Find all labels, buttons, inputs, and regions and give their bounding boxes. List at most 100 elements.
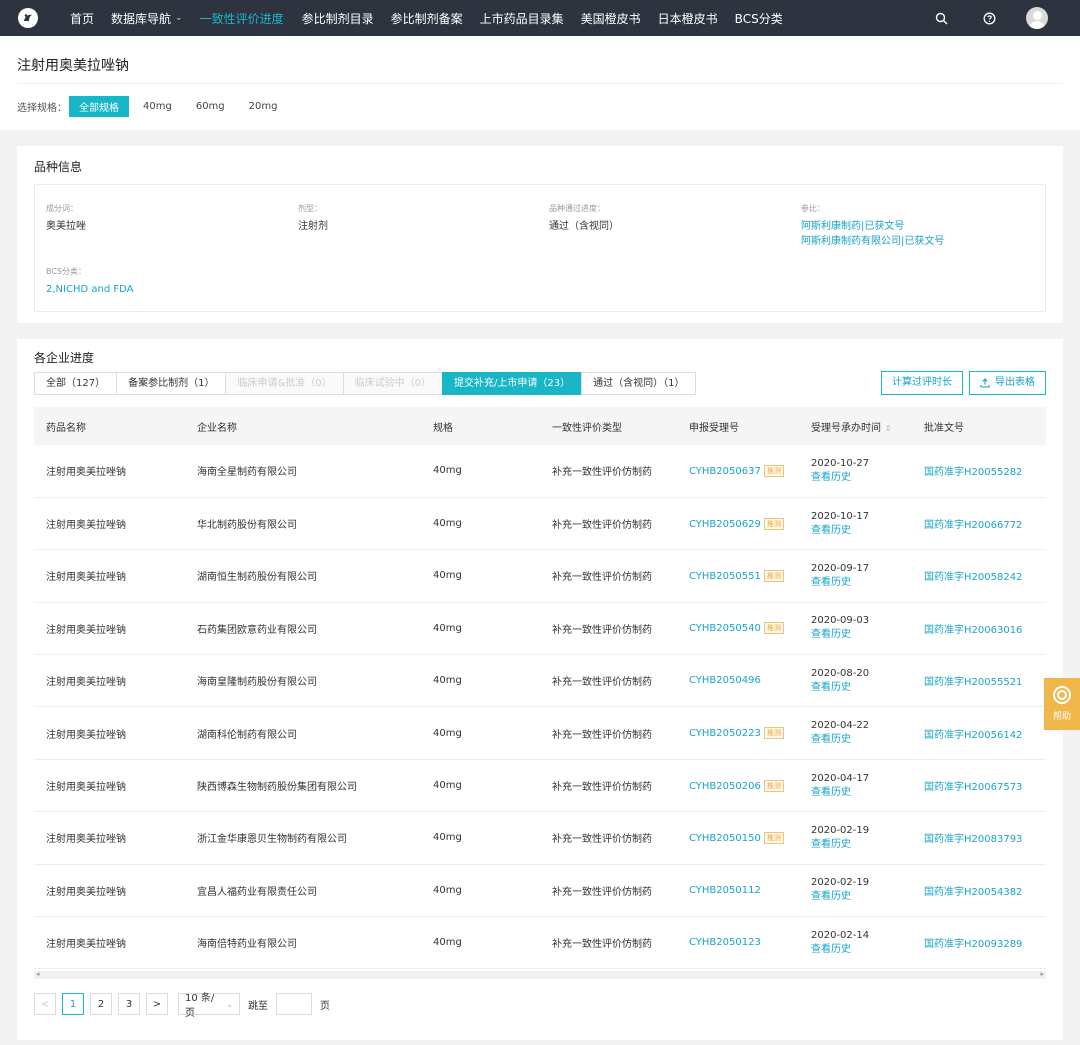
next-page-button[interactable]: > — [146, 993, 168, 1016]
accept-date: 2020-04-17 — [811, 772, 870, 784]
acceptance-no-link[interactable]: CYHB2050223 — [689, 728, 761, 739]
spec-option-40mg[interactable]: 40mg — [133, 98, 182, 115]
approval-no-link[interactable]: 国药准字H20054382 — [924, 887, 1022, 898]
status-tab-5[interactable]: 通过（含视同）（1） — [581, 371, 697, 395]
ingredient-field: 成分词： 奥美拉唑 — [46, 203, 86, 234]
spec-cell: 40mg — [433, 570, 462, 582]
eval-type-cell: 补充一致性评价仿制药 — [552, 886, 652, 898]
nav-item-5[interactable]: 上市药品目录集 — [480, 10, 564, 27]
spec-selector: 选择规格： 全部规格 40mg 60mg 20mg — [17, 96, 1063, 117]
form-label: 剂型： — [298, 204, 322, 213]
status-tab-4[interactable]: 提交补充/上市申请（23） — [442, 371, 583, 395]
goto-page-input[interactable] — [276, 993, 312, 1016]
acceptance-no-link[interactable]: CYHB2050637 — [689, 466, 761, 477]
export-table-label: 导出表格 — [995, 377, 1035, 388]
col-accept-date[interactable]: 受理号承办时间 ⇕ — [799, 407, 912, 445]
help-circle-icon[interactable] — [982, 11, 996, 25]
approval-no-link[interactable]: 国药准字H20093289 — [924, 939, 1022, 950]
col-eval-type: 一致性评价类型 — [552, 422, 622, 434]
accept-date: 2020-09-03 — [811, 615, 870, 627]
sort-icon[interactable]: ⇕ — [885, 424, 892, 433]
view-history-link[interactable]: 查看历史 — [811, 524, 912, 538]
nav-item-6[interactable]: 美国橙皮书 — [581, 10, 641, 27]
acceptance-no-link[interactable]: CYHB2050629 — [689, 519, 761, 530]
view-history-link[interactable]: 查看历史 — [811, 786, 912, 800]
spec-option-60mg[interactable]: 60mg — [186, 98, 235, 115]
help-icon — [1053, 686, 1071, 704]
view-history-link[interactable]: 查看历史 — [811, 733, 912, 747]
view-history-link[interactable]: 查看历史 — [811, 681, 912, 695]
calc-duration-label: 计算过评时长 — [892, 377, 952, 388]
user-avatar[interactable] — [1026, 7, 1048, 29]
bcs-link[interactable]: 2,NICHD and FDA — [46, 282, 133, 297]
approval-no-cell: 国药准字H20093289 — [912, 917, 1046, 969]
spec-option-20mg[interactable]: 20mg — [239, 98, 288, 115]
view-history-link[interactable]: 查看历史 — [811, 471, 912, 485]
approval-no-link[interactable]: 国药准字H20067573 — [924, 782, 1022, 793]
acceptance-no-link[interactable]: CYHB2050123 — [689, 937, 761, 948]
approval-no-link[interactable]: 国药准字H20056142 — [924, 730, 1022, 741]
acceptance-no-link[interactable]: CYHB2050150 — [689, 833, 761, 844]
form-value: 注射剂 — [298, 221, 328, 232]
status-tab-1[interactable]: 备案参比制剂（1） — [116, 371, 227, 395]
acceptance-no-link[interactable]: CYHB2050112 — [689, 885, 761, 896]
approval-no-link[interactable]: 国药准字H20058242 — [924, 572, 1022, 583]
status-tab-3: 临床试验中（0） — [342, 371, 444, 395]
variety-info-title: 品种信息 — [34, 160, 83, 174]
reference-link-2[interactable]: 阿斯利康制药有限公司|已获文号 — [801, 234, 944, 249]
page-2-button[interactable]: 2 — [90, 993, 112, 1016]
accept-date-cell: 2020-09-03 查看历史 — [799, 602, 912, 654]
approval-no-link[interactable]: 国药准字H20066772 — [924, 520, 1022, 531]
nav-item-8[interactable]: BCS分类 — [735, 10, 783, 27]
estimate-badge: 推测 — [763, 622, 784, 635]
reference-link-1[interactable]: 阿斯利康制药|已获文号 — [801, 219, 944, 234]
company-name-cell: 海南皇隆制药股份有限公司 — [197, 677, 317, 689]
nav-item-2[interactable]: 一致性评价进度 — [200, 10, 284, 27]
view-history-link[interactable]: 查看历史 — [811, 576, 912, 590]
spec-label: 选择规格： — [17, 103, 67, 114]
horizontal-scrollbar[interactable]: ◂ ▸ — [34, 970, 1046, 980]
acceptance-no-cell: CYHB2050551 推测 — [677, 550, 799, 602]
calc-duration-button[interactable]: 计算过评时长 — [881, 371, 963, 395]
prev-page-button[interactable]: < — [34, 993, 56, 1016]
acceptance-no-link[interactable]: CYHB2050540 — [689, 623, 761, 634]
view-history-link[interactable]: 查看历史 — [811, 628, 912, 642]
page-size-select[interactable]: 10 条/页 ⌄ — [178, 993, 240, 1019]
bcs-field: BCS分类： 2,NICHD and FDA — [46, 266, 133, 297]
status-tab-0[interactable]: 全部（127） — [34, 371, 118, 395]
logo[interactable] — [18, 8, 38, 28]
acceptance-no-cell: CYHB2050223 推测 — [677, 707, 799, 759]
acceptance-no-cell: CYHB2050637 推测 — [677, 445, 799, 497]
help-widget[interactable]: 帮助 — [1044, 678, 1080, 730]
nav-item-4[interactable]: 参比制剂备案 — [391, 10, 463, 27]
nav-menu: 首页 数据库导航 ⌄ 一致性评价进度 参比制剂目录 参比制剂备案 上市药品目录集 美国橙皮书 日… — [70, 10, 800, 27]
view-history-link[interactable]: 查看历史 — [811, 890, 912, 904]
eval-type-cell: 补充一致性评价仿制药 — [552, 624, 652, 636]
nav-item-0[interactable]: 首页 — [70, 10, 94, 27]
spec-option-all[interactable]: 全部规格 — [69, 96, 129, 117]
view-history-link[interactable]: 查看历史 — [811, 943, 912, 957]
acceptance-no-link[interactable]: CYHB2050551 — [689, 571, 761, 582]
page-1-button[interactable]: 1 — [62, 993, 84, 1016]
spec-cell: 40mg — [433, 727, 462, 739]
acceptance-no-link[interactable]: CYHB2050496 — [689, 675, 761, 686]
goto-label: 跳至 — [248, 1000, 268, 1012]
nav-item-3[interactable]: 参比制剂目录 — [302, 10, 374, 27]
approval-no-link[interactable]: 国药准字H20055282 — [924, 467, 1022, 478]
spec-cell: 40mg — [433, 780, 462, 792]
status-field: 品种通过进度： 通过（含视同） — [549, 203, 619, 234]
approval-no-link[interactable]: 国药准字H20083793 — [924, 834, 1022, 845]
page-3-button[interactable]: 3 — [118, 993, 140, 1016]
approval-no-link[interactable]: 国药准字H20055521 — [924, 677, 1022, 688]
acceptance-no-cell: CYHB2050540 推测 — [677, 602, 799, 654]
export-table-button[interactable]: 导出表格 — [969, 371, 1046, 395]
view-history-link[interactable]: 查看历史 — [811, 838, 912, 852]
company-progress-card: 各企业进度 全部（127） 备案参比制剂（1） 临床申请&批准（0） 临床试验中（0）… — [17, 339, 1063, 1040]
acceptance-no-link[interactable]: CYHB2050206 — [689, 781, 761, 792]
approval-no-link[interactable]: 国药准字H20063016 — [924, 625, 1022, 636]
nav-item-1[interactable]: 数据库导航 ⌄ — [111, 10, 183, 27]
search-icon[interactable] — [934, 11, 948, 25]
nav-item-7[interactable]: 日本橙皮书 — [658, 10, 718, 27]
accept-date-cell: 2020-10-17 查看历史 — [799, 497, 912, 549]
status-label: 品种通过进度： — [549, 204, 605, 213]
